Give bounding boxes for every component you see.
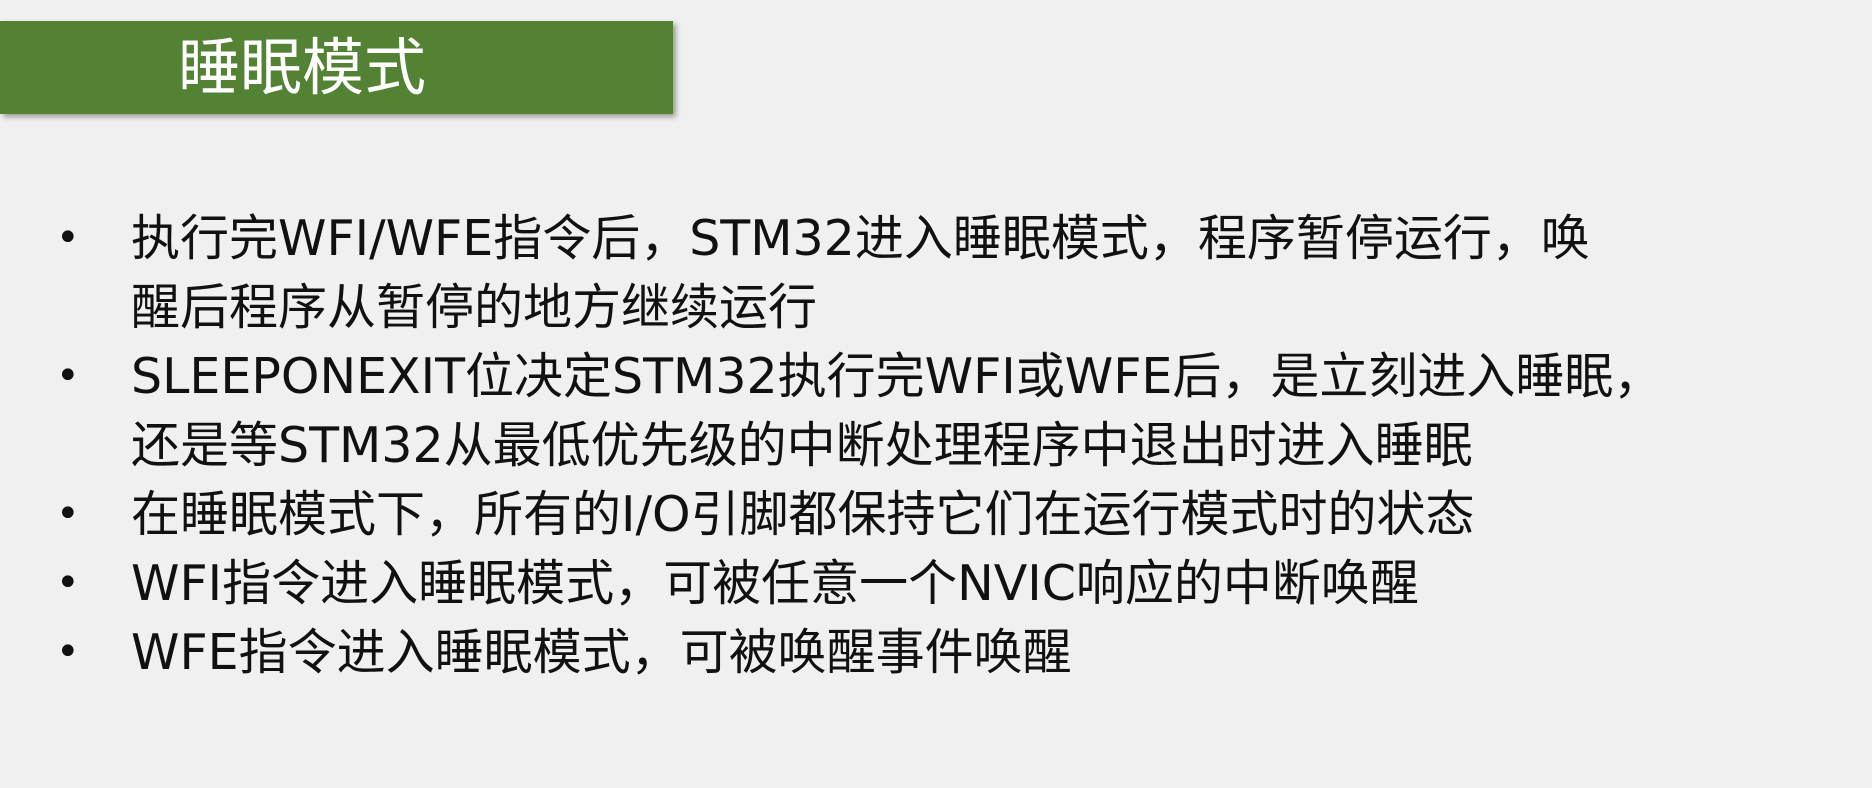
- bullet-text: SLEEPONEXIT位决定STM32执行完WFI或WFE后，是立刻进入睡眠， …: [131, 348, 1663, 474]
- bullet-icon: •: [56, 353, 80, 399]
- slide-title: 睡眠模式: [178, 30, 427, 104]
- bullet-item: • 在睡眠模式下，所有的I/O引脚都保持它们在运行模式时的状态: [0, 480, 1872, 549]
- bullet-item: • WFE指令进入睡眠模式，可被唤醒事件唤醒: [0, 618, 1872, 687]
- bullet-item: • WFI指令进入睡眠模式，可被任意一个NVIC响应的中断唤醒: [0, 549, 1872, 618]
- bullet-text: WFI指令进入睡眠模式，可被任意一个NVIC响应的中断唤醒: [131, 555, 1419, 612]
- bullet-icon: •: [56, 560, 80, 606]
- bullet-list: • 执行完WFI/WFE指令后，STM32进入睡眠模式，程序暂停运行，唤 醒后程…: [0, 204, 1872, 687]
- slide-title-bar: 睡眠模式: [0, 21, 673, 114]
- bullet-text: 在睡眠模式下，所有的I/O引脚都保持它们在运行模式时的状态: [131, 486, 1475, 543]
- bullet-icon: •: [56, 215, 80, 261]
- bullet-item: • SLEEPONEXIT位决定STM32执行完WFI或WFE后，是立刻进入睡眠…: [0, 342, 1872, 480]
- bullet-icon: •: [56, 629, 80, 675]
- bullet-text: 执行完WFI/WFE指令后，STM32进入睡眠模式，程序暂停运行，唤 醒后程序从…: [131, 210, 1590, 336]
- bullet-text: WFE指令进入睡眠模式，可被唤醒事件唤醒: [131, 624, 1072, 681]
- bullet-item: • 执行完WFI/WFE指令后，STM32进入睡眠模式，程序暂停运行，唤 醒后程…: [0, 204, 1872, 342]
- bullet-icon: •: [56, 491, 80, 537]
